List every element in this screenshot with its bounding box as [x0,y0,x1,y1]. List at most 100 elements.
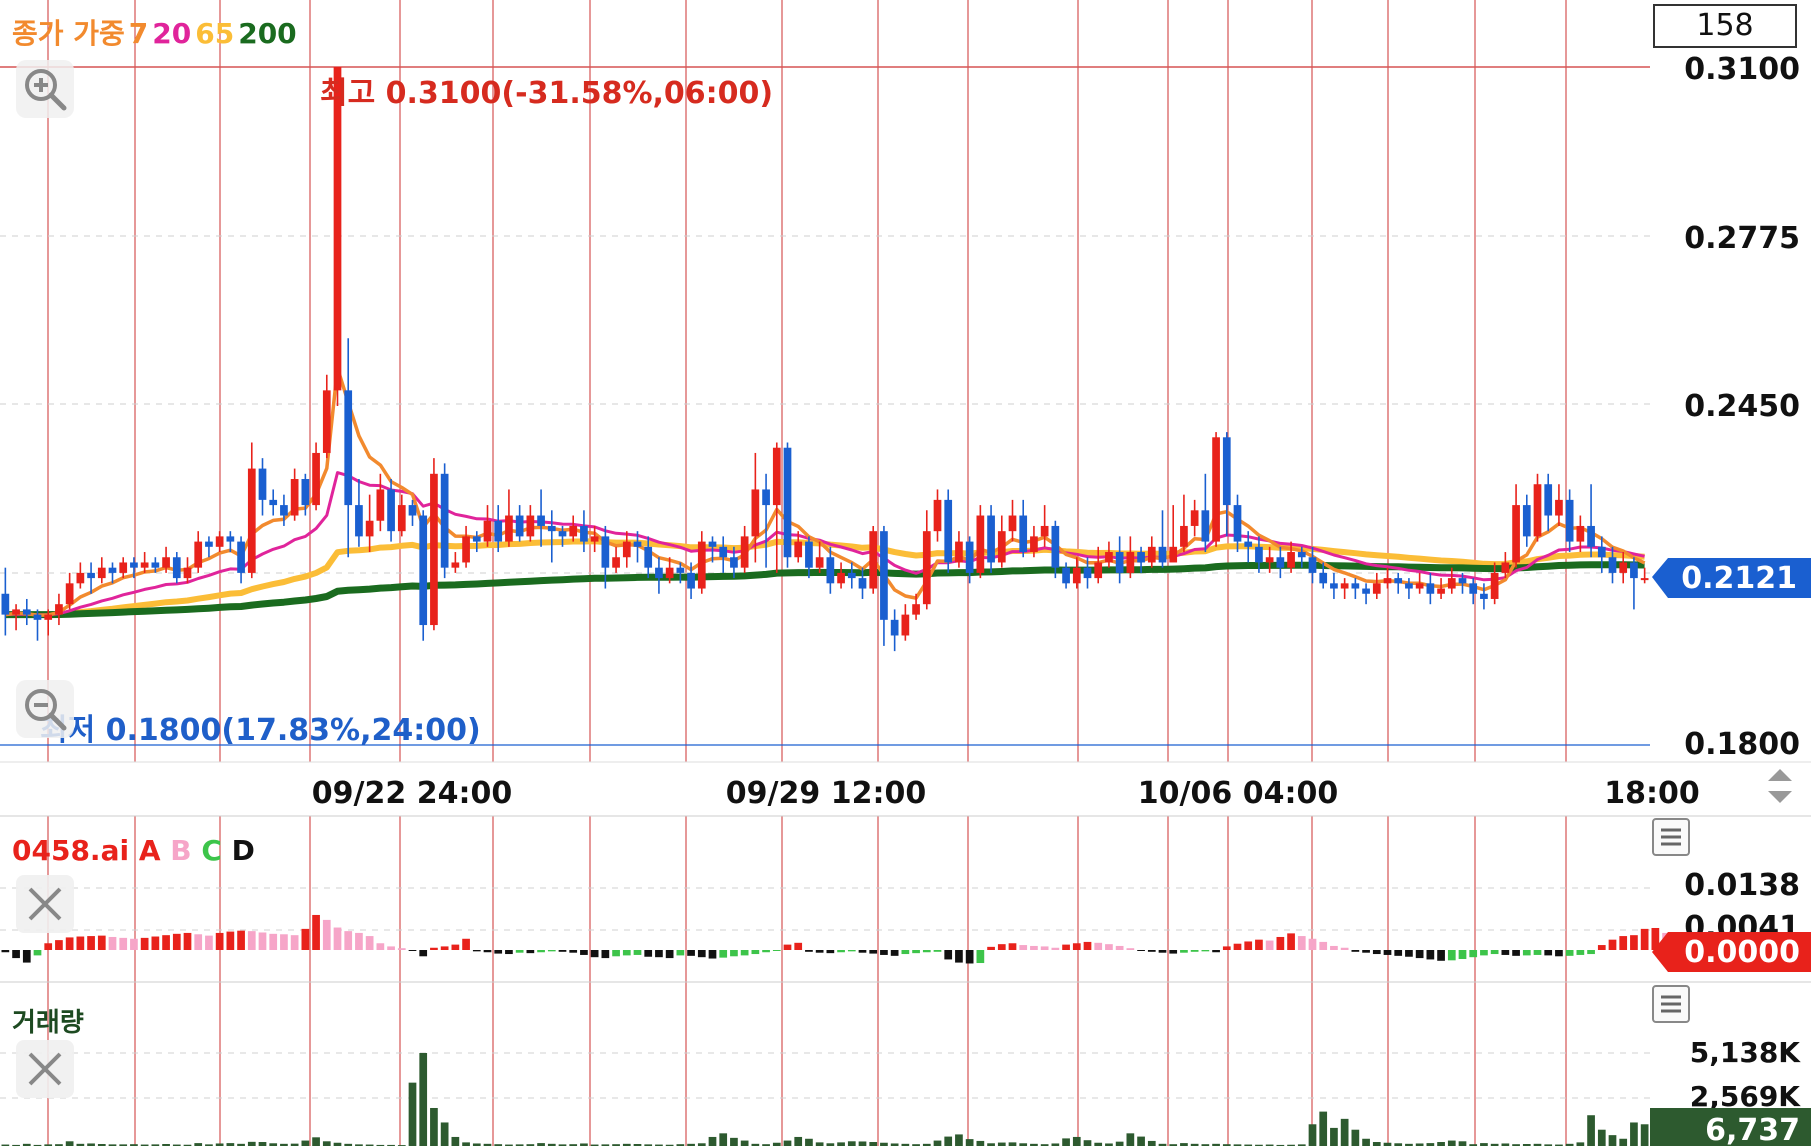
volume-bar-93 [997,1142,1006,1146]
candle-body-50 [537,515,545,526]
indicator-bar-89 [955,950,963,963]
indicator-bar-17 [183,932,192,950]
volume-bar-30 [322,1141,331,1146]
candle-body-149 [1597,546,1606,558]
price-tick-1: 0.2775 [1684,221,1800,256]
volume-bar-42 [451,1136,460,1146]
volume-bar-151 [1619,1138,1628,1146]
candle-body-145 [1555,499,1563,516]
indicator-bar-8 [87,936,95,950]
indicator-bar-132 [1415,950,1424,959]
legend-prefix: 종가 가중 [12,17,125,50]
volume-bar-124 [1330,1127,1338,1146]
volume-bar-127 [1362,1138,1370,1146]
indicator-bar-23 [247,931,256,950]
candle-body-7 [76,572,85,584]
indicator-bar-69 [740,950,749,956]
candle-body-24 [258,468,267,500]
indicator-bar-67 [719,950,728,958]
candle-body-15 [162,557,170,568]
volume-menu-button[interactable] [1652,985,1690,1023]
indicator-close-button[interactable] [16,875,74,933]
indicator-bar-40 [430,947,438,950]
indicator-bar-65 [697,950,706,958]
candle-body-61 [655,567,663,579]
indicator-bar-122 [1308,938,1317,950]
zoom-out-button[interactable] [16,680,74,738]
indicator-bar-4 [44,943,53,950]
candle-body-74 [794,541,803,558]
candle-body-133 [1426,583,1435,594]
indicator-bar-118 [1265,940,1274,950]
candle-body-41 [440,473,449,568]
candle-body-49 [526,515,535,537]
candle-body-71 [762,489,770,506]
indicator-bar-41 [440,946,449,950]
candle-body-93 [997,531,1006,563]
candle-body-23 [247,468,256,573]
volume-bar-43 [462,1142,470,1146]
indicator-bar-71 [762,950,770,953]
indicator-bar-84 [901,950,910,955]
candle-body-114 [1222,437,1231,506]
candle-body-55 [590,536,599,542]
indicator-bar-77 [826,950,835,954]
indicator-bar-98 [1051,947,1060,950]
candle-body-139 [1490,572,1499,599]
candle-body-16 [172,557,181,579]
menu-icon [1661,995,1681,1013]
indicator-bar-33 [355,932,363,950]
indicator-bar-78 [837,950,845,953]
price-tick-2: 0.2450 [1684,389,1800,424]
candle-body-105 [1126,552,1135,573]
indicator-menu-button[interactable] [1652,818,1690,856]
indicator-bar-45 [483,950,492,953]
indicator-bar-110 [1180,950,1188,953]
indicator-bar-103 [1105,944,1113,950]
indicator-c: C [201,834,222,867]
candle-body-111 [1190,510,1199,526]
candle-body-28 [301,479,310,506]
legend-ma65: 65 [195,17,235,50]
indicator-bar-115 [1233,943,1242,950]
indicator-bar-44 [472,950,481,952]
volume-bar-29 [312,1137,320,1146]
candle-body-87 [933,499,942,532]
candle-body-132 [1415,583,1424,589]
indicator-bar-111 [1190,950,1199,952]
indicator-bar-121 [1297,936,1306,950]
zoom-in-button[interactable] [16,60,74,118]
candle-body-2 [22,609,31,615]
candle-body-106 [1137,552,1145,563]
volume-bar-74 [794,1136,803,1146]
indicator-bar-52 [558,950,567,952]
volume-bar-106 [1137,1136,1145,1146]
candle-body-148 [1587,525,1595,547]
candle-body-44 [472,536,481,542]
volume-current-label: 6,737 [1705,1113,1800,1146]
candle-body-117 [1255,546,1263,563]
candle-body-125 [1340,583,1349,589]
indicator-bar-39 [419,950,428,957]
candle-body-69 [740,536,749,568]
volume-bar-101 [1083,1140,1092,1146]
candle-body-124 [1330,583,1338,589]
candle-body-95 [1019,515,1028,553]
candle-body-92 [987,515,995,563]
indicator-bar-30 [322,919,331,950]
indicator-bar-27 [290,935,299,950]
trading-chart[interactable]: 0.3100 0.2775 0.2450 0.1800 0.2121 09/22… [0,0,1811,1146]
volume-close-button[interactable] [16,1040,74,1098]
candle-body-67 [719,546,728,558]
indicator-bar-5 [55,940,63,950]
volume-bar-38 [408,1082,417,1146]
candle-body-85 [912,604,920,615]
candle-body-107 [1147,546,1156,563]
volume-bar-87 [933,1140,942,1146]
candle-body-35 [376,489,385,521]
candle-body-39 [419,515,428,626]
indicator-bar-12 [130,938,138,950]
indicator-bar-3 [33,950,42,956]
indicator-bar-42 [451,944,460,950]
indicator-bar-74 [794,942,803,950]
